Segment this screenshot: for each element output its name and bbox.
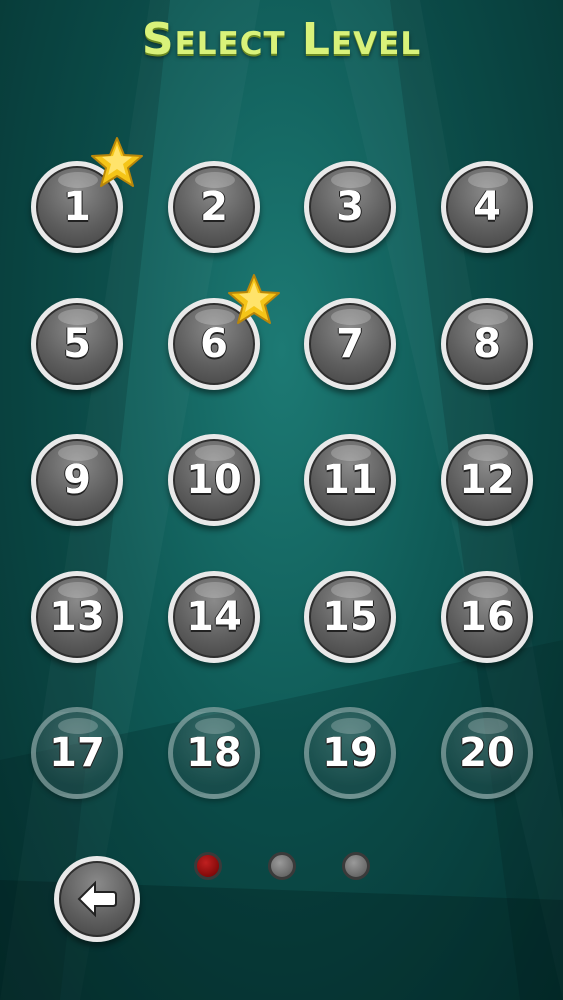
level-number: 18 — [186, 730, 242, 776]
level-button-14[interactable]: 14 — [168, 571, 260, 663]
level-number: 9 — [63, 457, 91, 503]
level-button-7[interactable]: 7 — [304, 298, 396, 390]
level-number: 8 — [473, 321, 501, 367]
level-button-19[interactable]: 19 — [304, 707, 396, 799]
level-number: 17 — [49, 730, 105, 776]
level-button-8[interactable]: 8 — [441, 298, 533, 390]
back-arrow-icon — [77, 880, 117, 918]
star-icon — [226, 272, 282, 328]
level-number: 16 — [459, 594, 515, 640]
level-button-15[interactable]: 15 — [304, 571, 396, 663]
level-button-17[interactable]: 17 — [31, 707, 123, 799]
level-number: 5 — [63, 321, 91, 367]
level-number: 13 — [49, 594, 105, 640]
level-number: 6 — [200, 321, 228, 367]
level-button-5[interactable]: 5 — [31, 298, 123, 390]
level-button-10[interactable]: 10 — [168, 434, 260, 526]
back-button[interactable] — [54, 856, 140, 942]
level-number: 11 — [322, 457, 378, 503]
page-dot-3[interactable] — [342, 852, 370, 880]
level-grid: 1 2 3 4 5 6 7 8 9 10 11 12 13 14 15 16 17 18 19 20 — [0, 0, 563, 1000]
level-number: 7 — [336, 321, 364, 367]
level-button-11[interactable]: 11 — [304, 434, 396, 526]
level-button-12[interactable]: 12 — [441, 434, 533, 526]
level-number: 15 — [322, 594, 378, 640]
level-number: 20 — [459, 730, 515, 776]
level-button-16[interactable]: 16 — [441, 571, 533, 663]
level-number: 12 — [459, 457, 515, 503]
level-button-2[interactable]: 2 — [168, 161, 260, 253]
level-number: 14 — [186, 594, 242, 640]
level-number: 2 — [200, 184, 228, 230]
star-icon — [89, 135, 145, 191]
level-button-4[interactable]: 4 — [441, 161, 533, 253]
page-dot-1[interactable] — [194, 852, 222, 880]
level-number: 3 — [336, 184, 364, 230]
level-number: 19 — [322, 730, 378, 776]
level-number: 10 — [186, 457, 242, 503]
level-button-18[interactable]: 18 — [168, 707, 260, 799]
page-dot-2[interactable] — [268, 852, 296, 880]
level-button-20[interactable]: 20 — [441, 707, 533, 799]
level-number: 1 — [63, 184, 91, 230]
level-number: 4 — [473, 184, 501, 230]
level-button-13[interactable]: 13 — [31, 571, 123, 663]
level-button-9[interactable]: 9 — [31, 434, 123, 526]
level-button-3[interactable]: 3 — [304, 161, 396, 253]
